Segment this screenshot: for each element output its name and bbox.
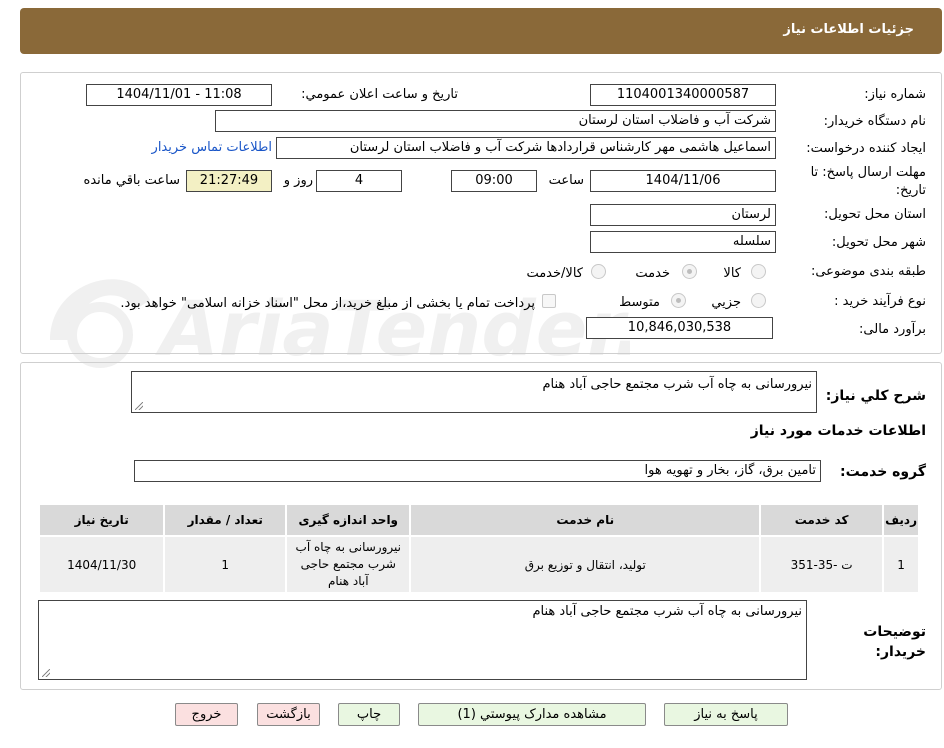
process-medium-radio[interactable] (671, 293, 686, 308)
process-medium-label: متوسط (619, 295, 660, 310)
need-number-label: شماره نیاز: (864, 87, 926, 102)
col-code-header: کد خدمت (759, 503, 885, 537)
creator-label: ایجاد کننده درخواست: (806, 141, 926, 156)
days-label: روز و (283, 173, 313, 188)
summary-textarea[interactable]: نیرورسانی به چاه آب شرب مجتمع حاجی آباد … (131, 371, 817, 413)
process-minor-radio[interactable] (751, 293, 766, 308)
treasury-payment-checkbox[interactable] (542, 294, 556, 308)
table-header-row: ردیف کد خدمت نام خدمت واحد اندازه گیری ت… (37, 503, 920, 537)
process-type-label: نوع فرآیند خرید : (834, 294, 926, 309)
summary-label: شرح کلي نیاز: (825, 388, 926, 404)
services-table: ردیف کد خدمت نام خدمت واحد اندازه گیری ت… (37, 503, 920, 594)
unit-cell: نیرورسانی به چاه آب شرب مجتمع حاجی آباد … (285, 535, 412, 594)
buyer-notes-label: توضیحات خریدار: (863, 624, 926, 660)
row-number-cell: 1 (882, 535, 920, 594)
service-code-cell: ت -35-351 (759, 535, 885, 594)
category-label: طبقه بندی موضوعی: (810, 264, 926, 279)
need-number-field[interactable]: 1104001340000587 (590, 84, 776, 106)
deadline-time-label: ساعت (548, 173, 584, 188)
quantity-cell: 1 (163, 535, 288, 594)
resize-handle-icon[interactable] (135, 402, 143, 410)
table-row[interactable]: 1 ت -35-351 تولید، انتقال و توزیع برق نی… (37, 535, 920, 594)
deadline-label: مهلت ارسال پاسخ: تا تاریخ: (810, 165, 926, 198)
city-label: شهر محل تحویل: (831, 235, 926, 250)
category-goods-radio[interactable] (751, 264, 766, 279)
view-attachments-button[interactable]: مشاهده مدارک پیوستي (1) (418, 703, 646, 726)
remaining-time-label: ساعت باقي مانده (83, 173, 180, 188)
category-goods-label: کالا (723, 266, 741, 281)
city-field[interactable]: سلسله (590, 231, 776, 253)
buyer-notes-text: نیرورسانی به چاه آب شرب مجتمع حاجی آباد … (532, 604, 802, 619)
need-date-cell: 1404/11/30 (37, 535, 166, 594)
category-goods-service-radio[interactable] (591, 264, 606, 279)
announce-date-label: تاریخ و ساعت اعلان عمومي: (301, 87, 458, 102)
treasury-payment-note: پرداخت تمام یا بخشی از مبلغ خرید،از محل … (120, 296, 535, 311)
announce-date-field[interactable]: 1404/11/01 - 11:08 (86, 84, 272, 106)
deadline-date-field[interactable]: 1404/11/06 (590, 170, 776, 192)
page-title: جزئیات اطلاعات نیاز (783, 22, 914, 37)
category-goods-service-label: کالا/خدمت (526, 266, 583, 281)
service-group-label: گروه خدمت: (840, 464, 926, 480)
process-minor-label: جزیي (711, 295, 741, 310)
print-button[interactable]: چاپ (338, 703, 400, 726)
creator-field[interactable]: اسماعیل هاشمی مهر کارشناس قراردادها شرکت… (276, 137, 776, 159)
page-header: جزئیات اطلاعات نیاز (20, 8, 942, 54)
reply-button[interactable]: پاسخ به نیاز (664, 703, 788, 726)
service-group-field[interactable]: تامین برق، گاز، بخار و تهویه هوا (134, 460, 821, 482)
buyer-org-field[interactable]: شرکت آب و فاضلاب استان لرستان (215, 110, 776, 132)
col-unit-header: واحد اندازه گیری (285, 503, 412, 537)
buyer-notes-textarea[interactable]: نیرورسانی به چاه آب شرب مجتمع حاجی آباد … (38, 600, 807, 680)
budget-field[interactable]: 10,846,030,538 (586, 317, 773, 339)
province-field[interactable]: لرستان (590, 204, 776, 226)
category-service-radio[interactable] (682, 264, 697, 279)
back-button[interactable]: بازگشت (257, 703, 320, 726)
col-qty-header: تعداد / مقدار (163, 503, 288, 537)
service-name-cell: تولید، انتقال و توزیع برق (409, 535, 762, 594)
category-service-label: خدمت (635, 266, 670, 281)
province-label: استان محل تحویل: (824, 207, 926, 222)
days-field[interactable]: 4 (316, 170, 402, 192)
resize-handle-icon[interactable] (42, 669, 50, 677)
budget-label: برآورد مالی: (859, 322, 926, 337)
summary-text: نیرورسانی به چاه آب شرب مجتمع حاجی آباد … (542, 377, 812, 392)
deadline-time-field[interactable]: 09:00 (451, 170, 537, 192)
exit-button[interactable]: خروج (175, 703, 238, 726)
col-date-header: تاریخ نیاز (37, 503, 166, 537)
col-name-header: نام خدمت (409, 503, 762, 537)
col-row-header: ردیف (882, 503, 920, 537)
remaining-time-field: 21:27:49 (186, 170, 272, 192)
buyer-contact-link[interactable]: اطلاعات تماس خریدار (152, 140, 272, 155)
buyer-org-label: نام دستگاه خریدار: (823, 114, 926, 129)
services-section-title: اطلاعات خدمات مورد نیاز (750, 423, 926, 439)
